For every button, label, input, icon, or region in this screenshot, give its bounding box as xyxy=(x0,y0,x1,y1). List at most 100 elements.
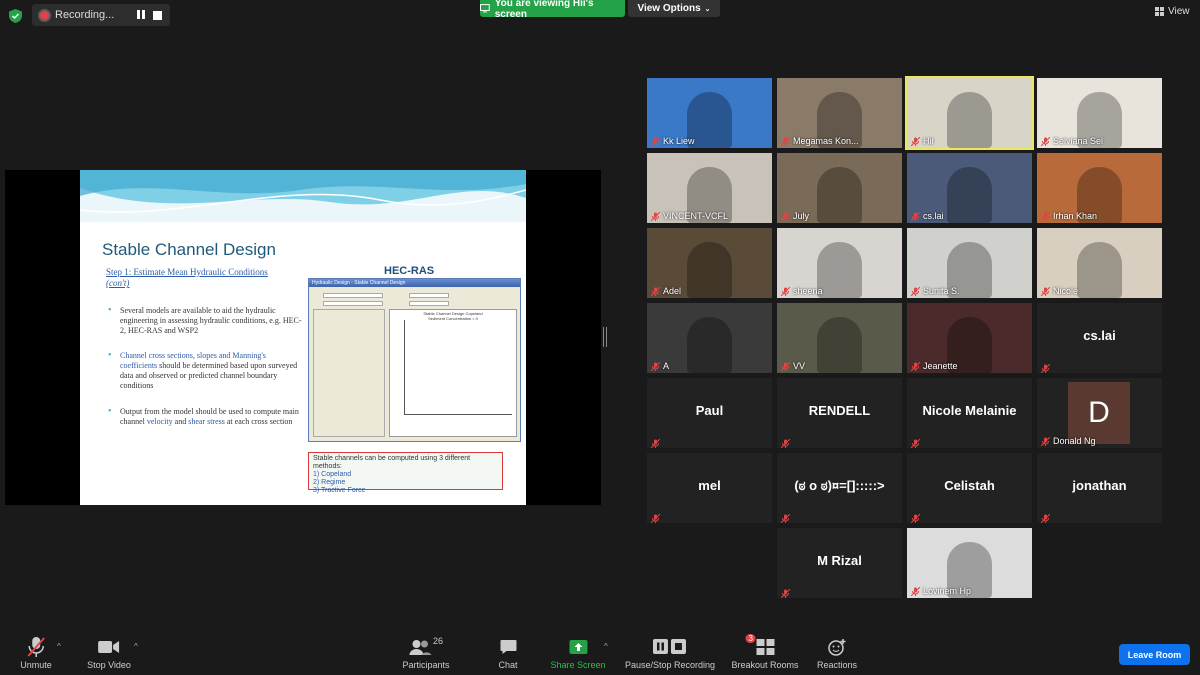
bullet3-b: velocity xyxy=(146,417,173,426)
participant-tile[interactable]: RENDELL xyxy=(777,378,902,448)
record-dot-icon xyxy=(40,10,49,20)
reactions-label: Reactions xyxy=(816,660,858,670)
methods-heading: Stable channels can be computed using 3 … xyxy=(313,455,471,470)
participant-name: Nicole xyxy=(1040,286,1078,296)
participant-name: Kk Liew xyxy=(650,136,695,146)
participant-video xyxy=(947,167,992,223)
mic-muted-icon xyxy=(910,586,921,596)
share-screen-icon xyxy=(550,636,605,658)
pause-stop-recording-button[interactable]: Pause/Stop Recording xyxy=(625,636,715,670)
step-line2: (con't) xyxy=(106,278,130,288)
participant-video xyxy=(817,167,862,223)
recording-label: Recording... xyxy=(55,9,115,21)
participant-tile[interactable]: mel xyxy=(647,453,772,523)
participants-icon: 26 xyxy=(402,636,449,658)
mic-muted-icon xyxy=(1040,436,1051,446)
participant-name: Nicole Melainie xyxy=(922,403,1017,418)
participant-name-text: VV xyxy=(793,361,806,371)
shield-icon[interactable] xyxy=(8,8,23,23)
participant-name: Selviana Sel xyxy=(1040,136,1103,146)
participant-tile[interactable]: VINCENT-VCFL xyxy=(647,153,772,223)
pause-recording-icon[interactable] xyxy=(137,10,147,20)
view-options-button[interactable]: View Options ⌄ xyxy=(628,0,720,17)
participant-tile[interactable]: Megamas Kon... xyxy=(777,78,902,148)
participant-tile[interactable]: Lovinem Hp xyxy=(907,528,1032,598)
chevron-up-icon[interactable]: ^ xyxy=(134,642,138,651)
share-screen-button[interactable]: Share Screen xyxy=(550,636,606,670)
participant-video xyxy=(1077,242,1122,298)
participant-name: Lovinem Hp xyxy=(910,586,971,596)
participant-name-text: July xyxy=(793,211,810,221)
step-line1: Step 1: Estimate Mean Hydraulic Conditio… xyxy=(106,267,268,277)
mic-muted-icon xyxy=(910,136,921,146)
plot-axes xyxy=(404,320,512,415)
leave-room-button[interactable]: Leave Room xyxy=(1119,644,1190,665)
splitter-handle[interactable] xyxy=(603,327,607,347)
form-field xyxy=(323,293,383,298)
slide-bullet-1: Several models are available to aid the … xyxy=(108,306,304,336)
mic-muted-icon xyxy=(910,510,921,523)
unmute-label: Unmute xyxy=(20,660,52,670)
stop-video-button[interactable]: Stop Video xyxy=(87,636,131,670)
pause-stop-icon xyxy=(625,636,715,658)
slide-title: Stable Channel Design xyxy=(102,240,276,259)
breakout-rooms-button[interactable]: 3 Breakout Rooms xyxy=(731,634,799,670)
participant-name-text: Sunita S. xyxy=(923,286,960,296)
mic-muted-icon xyxy=(780,286,791,296)
participant-name: RENDELL xyxy=(808,403,871,418)
mic-muted-icon xyxy=(650,286,661,296)
stop-recording-icon[interactable] xyxy=(153,10,162,20)
recording-indicator: Recording... xyxy=(32,4,170,26)
participant-name: Irhan Khan xyxy=(1040,211,1097,221)
participant-tile[interactable]: Adel xyxy=(647,228,772,298)
participant-tile[interactable]: D Donald Ng xyxy=(1037,378,1162,448)
participant-tile[interactable]: A xyxy=(647,303,772,373)
participant-name: M Rizal xyxy=(817,553,862,568)
grid-icon xyxy=(1155,7,1164,16)
participant-tile[interactable]: Hii xyxy=(905,76,1034,150)
bullet3-c: and xyxy=(172,417,189,426)
chat-button[interactable]: Chat xyxy=(498,636,518,670)
participant-tile[interactable]: Paul xyxy=(647,378,772,448)
screen-share-icon xyxy=(480,4,490,13)
participants-button[interactable]: 26 Participants xyxy=(402,636,449,670)
form-field xyxy=(409,301,449,306)
mic-muted-icon xyxy=(1040,136,1051,146)
participant-tile[interactable]: Sunita S. xyxy=(907,228,1032,298)
chevron-up-icon[interactable]: ^ xyxy=(604,642,608,651)
participant-tile[interactable]: Selviana Sel xyxy=(1037,78,1162,148)
participant-name-text: Megamas Kon... xyxy=(793,136,859,146)
participant-tile[interactable]: cs.lai xyxy=(907,153,1032,223)
participant-name: Hii xyxy=(910,136,934,146)
mic-muted-icon xyxy=(1040,286,1051,296)
participant-name-text: Kk Liew xyxy=(663,136,695,146)
reactions-button[interactable]: Reactions xyxy=(817,636,857,670)
view-button[interactable]: View xyxy=(1155,6,1190,17)
participant-tile[interactable]: Nicole xyxy=(1037,228,1162,298)
participant-name-text: sheena xyxy=(793,286,823,296)
mic-muted-icon xyxy=(780,136,791,146)
participant-tile[interactable]: Nicole Melainie xyxy=(907,378,1032,448)
form-field xyxy=(409,293,449,298)
participant-tile[interactable]: jonathan xyxy=(1037,453,1162,523)
participant-tile[interactable]: M Rizal xyxy=(777,528,902,598)
breakout-badge: 3 xyxy=(745,634,756,643)
participant-tile[interactable]: Jeanette xyxy=(907,303,1032,373)
unmute-button[interactable]: Unmute xyxy=(20,636,52,670)
chat-icon xyxy=(498,636,517,658)
participant-tile[interactable]: Kk Liew xyxy=(647,78,772,148)
participant-tile[interactable]: (ಠ o ಠ)¤=[]:::::> xyxy=(777,453,902,523)
chevron-up-icon[interactable]: ^ xyxy=(57,642,61,651)
chevron-down-icon: ⌄ xyxy=(704,5,711,13)
participant-name: Celistah xyxy=(944,478,995,493)
participant-tile[interactable]: Irhan Khan xyxy=(1037,153,1162,223)
method-item: 2) Regime xyxy=(313,479,346,486)
slide-wave-header xyxy=(80,170,526,222)
participant-tile[interactable]: sheena xyxy=(777,228,902,298)
participant-tile[interactable]: Celistah xyxy=(907,453,1032,523)
participant-tile[interactable]: cs.lai xyxy=(1037,303,1162,373)
video-camera-icon xyxy=(87,636,131,658)
participant-tile[interactable]: July xyxy=(777,153,902,223)
participant-tile[interactable]: VV xyxy=(777,303,902,373)
breakout-label: Breakout Rooms xyxy=(731,660,799,670)
